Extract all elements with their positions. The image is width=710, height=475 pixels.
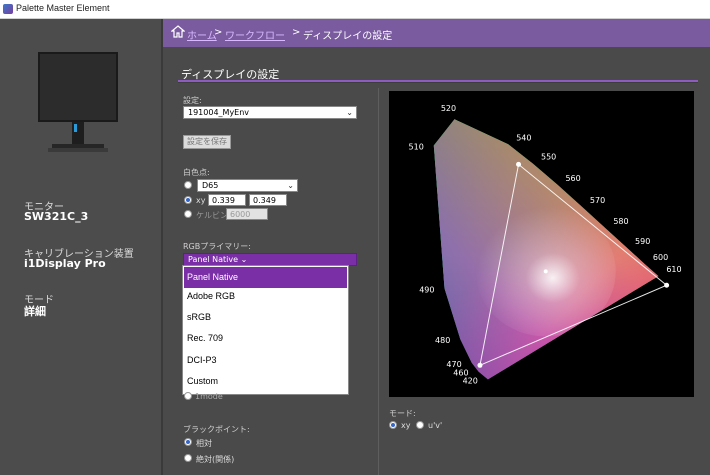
wavelength-label-600: 600 xyxy=(653,253,668,262)
wavelength-label-470: 470 xyxy=(446,360,461,369)
partial-option-label: 1mode xyxy=(195,392,223,401)
wavelength-label-610: 610 xyxy=(666,265,681,274)
wavelength-label-510: 510 xyxy=(409,143,424,152)
whitepoint-preset-radio[interactable] xyxy=(184,181,192,189)
blackpoint-label: ブラックポイント: xyxy=(183,425,250,434)
wavelength-label-580: 580 xyxy=(613,217,628,226)
title-divider-shadow xyxy=(178,82,698,83)
save-settings-button[interactable]: 設定を保存 xyxy=(183,135,231,149)
wavelength-label-560: 560 xyxy=(565,174,580,183)
preset-select[interactable]: 191004_MyEnv ⌄ xyxy=(183,106,357,119)
wavelength-label-420: 420 xyxy=(463,376,478,385)
rgb-option-custom[interactable]: Custom xyxy=(184,371,347,391)
rgb-option-adobe-rgb[interactable]: Adobe RGB xyxy=(184,286,347,306)
cie-diagram-svg: 520 540 550 560 570 580 590600 610 510 490 480 4704… xyxy=(409,104,682,385)
partial-radio[interactable] xyxy=(184,392,192,400)
rgb-primary-label: RGBプライマリー: xyxy=(183,242,251,251)
rgb-primary-select-value: Panel Native xyxy=(188,255,239,264)
preset-select-value: 191004_MyEnv xyxy=(188,108,250,117)
blackpoint-relative-radio[interactable] xyxy=(184,438,192,446)
preset-label: 設定: xyxy=(183,96,202,105)
blackpoint-relative-label: 相対 xyxy=(196,439,212,448)
app-icon xyxy=(3,4,13,14)
breadcrumb-home-link[interactable]: ホーム xyxy=(187,27,217,42)
rgb-primary-dropdown-list: Panel Native Adobe RGB sRGB Rec. 709 DCI… xyxy=(182,265,349,395)
rgb-option-panel-native[interactable]: Panel Native xyxy=(184,267,347,288)
whitepoint-xy-radio[interactable] xyxy=(184,196,192,204)
home-icon[interactable] xyxy=(171,25,185,38)
monitor-value: SW321C_3 xyxy=(24,210,89,223)
gamut-vertex-b xyxy=(477,362,483,368)
rgb-option-srgb[interactable]: sRGB xyxy=(184,307,347,327)
breadcrumb-current: ディスプレイの設定 xyxy=(303,31,393,42)
whitepoint-preset-select[interactable]: D65 ⌄ xyxy=(197,179,298,192)
whitepoint-kelvin-radio[interactable] xyxy=(184,210,192,218)
breadcrumb-separator: > xyxy=(292,27,301,38)
kelvin-field[interactable]: 6000 xyxy=(226,208,268,220)
wavelength-label-520: 520 xyxy=(441,104,456,113)
gamut-vertex-g xyxy=(516,161,522,167)
chart-mode-xy-radio[interactable] xyxy=(389,421,397,429)
wavelength-label-540: 540 xyxy=(516,133,531,142)
blackpoint-absolute-label: 絶対(関係) xyxy=(196,455,235,464)
breadcrumb-separator: > xyxy=(214,27,223,38)
chart-mode-uv-label: u'v' xyxy=(428,421,443,430)
title-bar: Palette Master Element xyxy=(0,0,710,19)
monitor-image xyxy=(38,52,118,152)
whitepoint-label: 白色点: xyxy=(183,168,210,177)
blackpoint-absolute-radio[interactable] xyxy=(184,454,192,462)
wavelength-label-550: 550 xyxy=(541,153,556,162)
chart-mode-label: モード: xyxy=(389,409,416,418)
chevron-down-icon: ⌄ xyxy=(240,255,248,264)
chart-mode-uv-radio[interactable] xyxy=(416,421,424,429)
kelvin-label: ケルビン xyxy=(196,211,228,220)
x-value-field[interactable]: 0.339 xyxy=(208,194,246,206)
whitepoint-preset-value: D65 xyxy=(202,181,219,190)
gamut-vertex-r xyxy=(664,282,670,288)
column-divider xyxy=(378,88,379,475)
cie-chromaticity-chart: 520 540 550 560 570 580 590 600 610 510 490 480 470 4… xyxy=(389,91,694,397)
white-point-marker xyxy=(543,269,548,274)
chevron-down-icon: ⌄ xyxy=(346,108,353,117)
xy-label: xy xyxy=(196,196,206,205)
mode-value: 詳細 xyxy=(24,305,46,318)
chart-mode-xy-label: xy xyxy=(401,421,411,430)
calibrator-value: i1Display Pro xyxy=(24,257,106,270)
y-value-field[interactable]: 0.349 xyxy=(249,194,287,206)
wavelength-label-590: 590 xyxy=(635,237,650,246)
rgb-option-dci-p3[interactable]: DCI-P3 xyxy=(184,350,347,370)
chevron-down-icon: ⌄ xyxy=(287,181,294,190)
rgb-option-rec709[interactable]: Rec. 709 xyxy=(184,328,347,348)
breadcrumb-workflow-link[interactable]: ワークフロー xyxy=(225,27,285,42)
wavelength-label-490: 490 xyxy=(419,285,434,294)
wavelength-label-480: 480 xyxy=(435,336,450,345)
breadcrumb: ホーム > ワークフロー > ディスプレイの設定 xyxy=(163,19,710,47)
wavelength-label-570: 570 xyxy=(590,196,605,205)
window-title: Palette Master Element xyxy=(16,3,110,13)
